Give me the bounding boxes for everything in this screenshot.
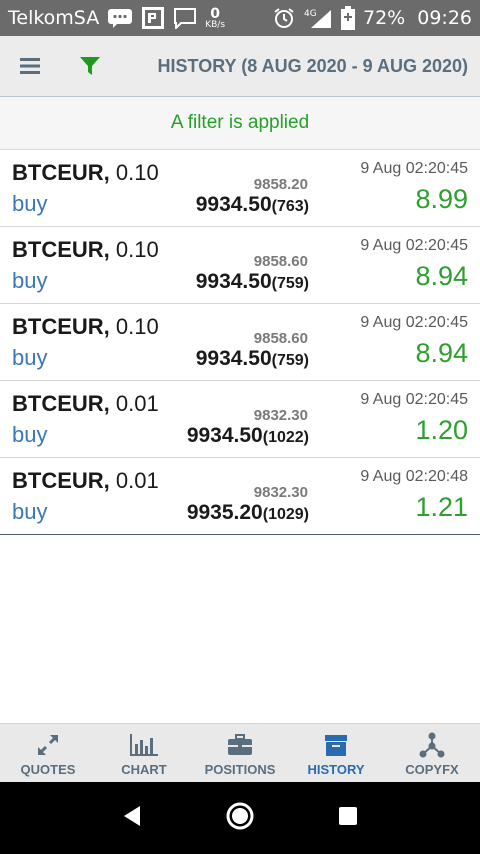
- open-price: 9832.30: [253, 484, 308, 501]
- network-icon: [418, 732, 446, 758]
- close-price: 9934.50(1022): [186, 424, 309, 447]
- price-points: (763): [271, 198, 309, 215]
- quotes-icon: [36, 732, 60, 758]
- trade-profit: 1.21: [415, 492, 468, 522]
- trade-volume: 0.01: [115, 391, 159, 416]
- nav-chart-label: CHART: [121, 762, 167, 777]
- screen: TelkomSA 0 KB/s 4G 72% 09:26 HISTORY (8 …: [0, 0, 480, 854]
- status-bar: TelkomSA 0 KB/s 4G 72% 09:26: [0, 0, 480, 36]
- price-points: (1022): [262, 429, 309, 446]
- trade-side: buy: [12, 268, 48, 293]
- trade-row[interactable]: BTCEUR, 0.01 buy 9832.30 9935.20(1029) 9…: [0, 458, 480, 535]
- filter-icon: [80, 57, 100, 75]
- trade-row[interactable]: BTCEUR, 0.10 buy 9858.60 9934.50(759) 9 …: [0, 227, 480, 304]
- trade-side: buy: [12, 191, 48, 216]
- nav-chart[interactable]: CHART: [96, 724, 192, 782]
- trade-row[interactable]: BTCEUR, 0.10 buy 9858.20 9934.50(763) 9 …: [0, 150, 480, 227]
- trade-volume: 0.01: [115, 468, 159, 493]
- trade-symbol: BTCEUR, 0.01: [12, 468, 159, 493]
- trade-volume: 0.10: [115, 314, 159, 339]
- trade-time: 9 Aug 02:20:45: [360, 391, 468, 408]
- history-list: BTCEUR, 0.10 buy 9858.20 9934.50(763) 9 …: [0, 150, 480, 535]
- price-points: (1029): [262, 506, 309, 523]
- chart-icon: [130, 732, 158, 758]
- trade-time: 9 Aug 02:20:45: [360, 160, 468, 177]
- app-logo-icon: [141, 6, 165, 30]
- close-price: 9934.50(759): [195, 270, 309, 293]
- filter-applied-notice[interactable]: A filter is applied: [0, 97, 480, 150]
- open-price: 9832.30: [253, 407, 308, 424]
- close-price: 9934.50(763): [195, 193, 309, 216]
- message-icon: [107, 8, 133, 28]
- home-icon: [226, 802, 254, 829]
- trade-side: buy: [12, 345, 48, 370]
- price-points: (759): [271, 352, 309, 369]
- nav-history-label: HISTORY: [307, 762, 365, 777]
- signal-icon: 4G: [303, 7, 333, 29]
- open-price: 9858.20: [253, 176, 308, 193]
- system-nav-bar: [0, 782, 480, 854]
- trade-profit: 8.94: [415, 338, 468, 368]
- nav-quotes[interactable]: QUOTES: [0, 724, 96, 782]
- chat-icon: [173, 7, 197, 29]
- trade-profit: 8.99: [415, 184, 468, 214]
- filter-button[interactable]: [60, 36, 120, 97]
- trade-volume: 0.10: [115, 160, 159, 185]
- nav-positions-label: POSITIONS: [204, 762, 276, 777]
- alarm-icon: [273, 7, 295, 29]
- trade-time: 9 Aug 02:20:45: [360, 314, 468, 331]
- close-price: 9935.20(1029): [186, 501, 309, 524]
- network-speed: 0 KB/s: [205, 5, 226, 30]
- trade-time: 9 Aug 02:20:45: [360, 237, 468, 254]
- trade-profit: 1.20: [415, 415, 468, 445]
- trade-symbol: BTCEUR, 0.10: [12, 237, 159, 262]
- app-header: HISTORY (8 AUG 2020 - 9 AUG 2020): [0, 36, 480, 97]
- open-price: 9858.60: [253, 253, 308, 270]
- back-button[interactable]: [122, 805, 142, 832]
- trade-side: buy: [12, 422, 48, 447]
- carrier-name: TelkomSA: [8, 7, 100, 29]
- nav-copyfx[interactable]: COPYFX: [384, 724, 480, 782]
- trade-row[interactable]: BTCEUR, 0.01 buy 9832.30 9934.50(1022) 9…: [0, 381, 480, 458]
- nav-history[interactable]: HISTORY: [288, 724, 384, 782]
- menu-button[interactable]: [0, 36, 60, 97]
- battery-icon: [341, 6, 355, 30]
- open-price: 9858.60: [253, 330, 308, 347]
- nav-positions[interactable]: POSITIONS: [192, 724, 288, 782]
- trade-symbol: BTCEUR, 0.10: [12, 160, 159, 185]
- home-button[interactable]: [225, 801, 255, 836]
- trade-row[interactable]: BTCEUR, 0.10 buy 9858.60 9934.50(759) 9 …: [0, 304, 480, 381]
- close-price: 9934.50(759): [195, 347, 309, 370]
- trade-volume: 0.10: [115, 237, 159, 262]
- trade-time: 9 Aug 02:20:48: [360, 468, 468, 485]
- clock: 09:26: [417, 7, 472, 29]
- price-points: (759): [271, 275, 309, 292]
- briefcase-icon: [227, 732, 253, 758]
- recents-icon: [339, 806, 358, 825]
- nav-copyfx-label: COPYFX: [405, 762, 459, 777]
- recents-button[interactable]: [338, 806, 358, 831]
- page-title: HISTORY (8 AUG 2020 - 9 AUG 2020): [157, 55, 468, 76]
- hamburger-icon: [20, 58, 40, 74]
- trade-symbol: BTCEUR, 0.10: [12, 314, 159, 339]
- archive-icon: [324, 732, 348, 758]
- trade-profit: 8.94: [415, 261, 468, 291]
- trade-symbol: BTCEUR, 0.01: [12, 391, 159, 416]
- bottom-nav: QUOTES CHART POSITIONS HISTORY COPYFX: [0, 723, 480, 782]
- battery-percent: 72%: [363, 7, 406, 29]
- back-icon: [123, 805, 140, 826]
- nav-quotes-label: QUOTES: [20, 762, 76, 777]
- svg-text:4G: 4G: [304, 9, 317, 19]
- trade-side: buy: [12, 499, 48, 524]
